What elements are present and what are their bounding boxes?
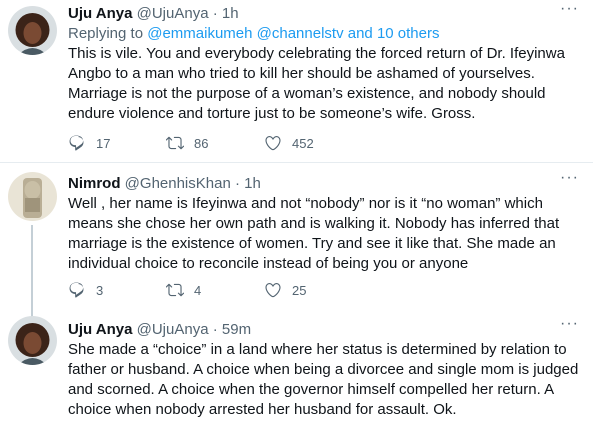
tweet-text: This is vile. You and everybody celebrat… [68, 45, 565, 122]
user-handle[interactable]: @GhenhisKhan [125, 175, 231, 192]
display-name[interactable]: Uju Anya [68, 5, 132, 22]
retweet-count: 4 [194, 282, 202, 298]
reply-icon [69, 135, 84, 151]
reply-count: 3 [96, 282, 104, 298]
display-name[interactable]: Uju Anya [68, 321, 132, 338]
user-handle[interactable]: @UjuAnya [137, 321, 209, 338]
tweet-header: Uju Anya @UjuAnya · 59m [68, 320, 583, 339]
retweet-button[interactable]: 4 [166, 281, 264, 299]
more-icon[interactable]: ··· [560, 169, 579, 187]
replying-to: Replying to @emmaikumeh @channelstv and … [68, 24, 583, 43]
retweet-icon [166, 283, 184, 297]
reply-button[interactable]: 17 [68, 134, 166, 152]
reply-count: 17 [96, 135, 111, 151]
like-button[interactable]: 452 [264, 134, 362, 152]
avatar[interactable] [8, 316, 57, 365]
retweet-count: 86 [194, 135, 209, 151]
more-icon[interactable]: ··· [560, 315, 579, 333]
tweet-header: Nimrod @GhenhisKhan · 1h [68, 174, 583, 193]
separator-dot: · [212, 5, 218, 22]
timestamp[interactable]: 1h [222, 5, 239, 22]
separator-dot: · [234, 175, 240, 192]
retweet-button[interactable]: 86 [166, 134, 264, 152]
tweet-2[interactable]: Nimrod @GhenhisKhan · 1h Well , her name… [0, 163, 593, 317]
timestamp[interactable]: 59m [222, 321, 251, 338]
like-icon [265, 136, 281, 151]
timestamp[interactable]: 1h [244, 175, 261, 192]
separator-dot: · [212, 321, 218, 338]
more-icon[interactable]: ··· [560, 0, 579, 18]
replying-to-mentions[interactable]: @emmaikumeh @channelstv and 10 others [147, 25, 439, 42]
avatar[interactable] [8, 172, 57, 221]
like-icon [265, 283, 281, 298]
like-count: 452 [292, 135, 314, 151]
like-count: 25 [292, 282, 307, 298]
tweet-header: Uju Anya @UjuAnya · 1h [68, 4, 583, 23]
retweet-icon [166, 136, 184, 150]
replying-to-label: Replying to [68, 25, 144, 42]
tweet-text: She made a “choice” in a land where her … [68, 341, 579, 418]
reply-icon [69, 282, 84, 298]
display-name[interactable]: Nimrod [68, 175, 121, 192]
tweet-text: Well , her name is Ifeyinwa and not “nob… [68, 195, 560, 272]
thread-line [31, 225, 33, 317]
like-button[interactable]: 25 [264, 281, 362, 299]
tweet-3[interactable]: Uju Anya @UjuAnya · 59m She made a “choi… [0, 308, 593, 425]
reply-button[interactable]: 3 [68, 281, 166, 299]
user-handle[interactable]: @UjuAnya [137, 5, 209, 22]
tweet-1[interactable]: Uju Anya @UjuAnya · 1h Replying to @emma… [0, 0, 593, 163]
avatar[interactable] [8, 6, 57, 55]
